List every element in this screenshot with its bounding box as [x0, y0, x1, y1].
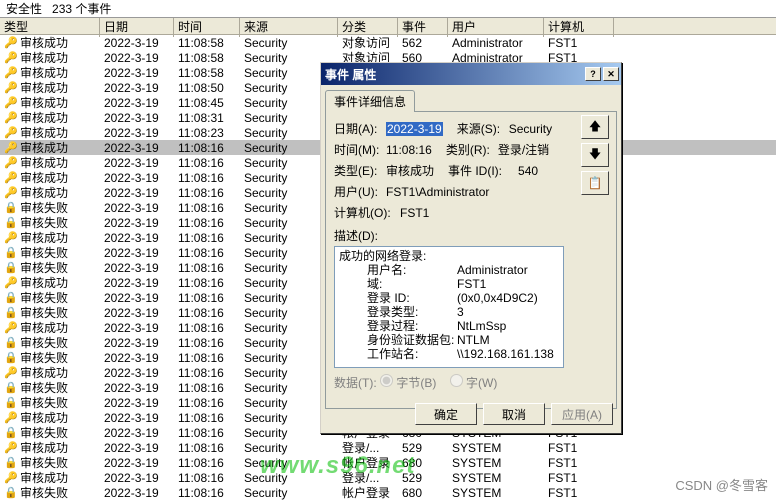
lock-icon [4, 216, 18, 230]
radio-bytes[interactable]: 字节(B) [380, 376, 436, 390]
copy-button[interactable]: 📋 [581, 171, 609, 195]
close-button[interactable]: ✕ [603, 67, 619, 81]
table-row[interactable]: 审核成功2022-3-1911:08:16Security登录/...529SY… [0, 470, 776, 485]
lock-icon [4, 291, 18, 305]
key-icon [4, 51, 18, 65]
tab-details[interactable]: 事件详细信息 [325, 90, 415, 112]
col-evt[interactable]: 事件 [398, 18, 448, 37]
lbl-desc: 描述(D): [334, 227, 608, 244]
prev-event-button[interactable]: 🡅 [581, 115, 609, 139]
lock-icon [4, 351, 18, 365]
desc-title: 成功的网络登录: [339, 249, 559, 263]
lock-icon [4, 396, 18, 410]
next-event-button[interactable]: 🡇 [581, 143, 609, 167]
key-icon [4, 66, 18, 80]
dialog-titlebar[interactable]: 事件 属性 ? ✕ [321, 63, 621, 85]
event-properties-dialog: 事件 属性 ? ✕ 事件详细信息 日期(A): 2022-3-19 来源(S):… [320, 62, 622, 434]
tab-panel: 日期(A): 2022-3-19 来源(S): Security 时间(M): … [325, 111, 617, 409]
lbl-cat: 类别(R): [446, 141, 498, 158]
lock-icon [4, 261, 18, 275]
lbl-eid: 事件 ID(I): [448, 162, 518, 179]
lbl-src: 来源(S): [457, 120, 509, 137]
lbl-time: 时间(M): [334, 141, 386, 158]
cancel-button[interactable]: 取消 [483, 403, 545, 425]
val-type: 审核成功 [386, 162, 434, 179]
radio-words[interactable]: 字(W) [450, 376, 498, 390]
col-user[interactable]: 用户 [448, 18, 544, 37]
val-time: 11:08:16 [386, 143, 432, 157]
key-icon [4, 186, 18, 200]
key-icon [4, 156, 18, 170]
key-icon [4, 276, 18, 290]
lbl-user: 用户(U): [334, 183, 386, 200]
log-title: 安全性 [6, 0, 42, 17]
table-row[interactable]: 审核失败2022-3-1911:08:16Security帐户登录680SYST… [0, 455, 776, 470]
lock-icon [4, 381, 18, 395]
key-icon [4, 231, 18, 245]
key-icon [4, 471, 18, 485]
key-icon [4, 321, 18, 335]
key-icon [4, 171, 18, 185]
lbl-comp: 计算机(O): [334, 204, 400, 221]
key-icon [4, 81, 18, 95]
description-box[interactable]: 成功的网络登录: 用户名:Administrator域:FST1登录 ID:(0… [334, 246, 564, 368]
col-time[interactable]: 时间 [174, 18, 240, 37]
key-icon [4, 96, 18, 110]
col-date[interactable]: 日期 [100, 18, 174, 37]
table-row[interactable]: 审核成功2022-3-1911:08:16Security登录/...529SY… [0, 440, 776, 455]
key-icon [4, 111, 18, 125]
table-row[interactable]: 审核成功2022-3-1911:08:58Security对象访问562Admi… [0, 35, 776, 50]
key-icon [4, 411, 18, 425]
data-format-row: 数据(T): 字节(B) 字(W) [334, 374, 608, 391]
lock-icon [4, 246, 18, 260]
col-comp[interactable]: 计算机 [544, 18, 614, 37]
val-comp: FST1 [400, 206, 429, 220]
key-icon [4, 366, 18, 380]
val-date: 2022-3-19 [386, 122, 443, 136]
col-src[interactable]: 来源 [240, 18, 338, 37]
lbl-type: 类型(E): [334, 162, 386, 179]
lock-icon [4, 486, 18, 500]
key-icon [4, 441, 18, 455]
dialog-title: 事件 属性 [325, 66, 376, 83]
key-icon [4, 36, 18, 50]
key-icon [4, 126, 18, 140]
lbl-date: 日期(A): [334, 120, 386, 137]
lock-icon [4, 336, 18, 350]
table-row[interactable]: 审核失败2022-3-1911:08:16Security帐户登录680SYST… [0, 485, 776, 500]
lock-icon [4, 456, 18, 470]
val-src: Security [509, 122, 552, 136]
val-eid: 540 [518, 164, 538, 178]
val-cat: 登录/注销 [498, 141, 549, 158]
key-icon [4, 141, 18, 155]
event-count: 233 个事件 [52, 0, 111, 17]
lbl-data: 数据(T): [334, 376, 377, 390]
apply-button[interactable]: 应用(A) [551, 403, 613, 425]
lock-icon [4, 306, 18, 320]
lock-icon [4, 426, 18, 440]
log-header: 安全性 233 个事件 [0, 0, 776, 18]
ok-button[interactable]: 确定 [415, 403, 477, 425]
help-button[interactable]: ? [585, 67, 601, 81]
val-user: FST1\Administrator [386, 185, 489, 199]
lock-icon [4, 201, 18, 215]
table-header: 类型 日期 时间 来源 分类 事件 用户 计算机 [0, 18, 776, 35]
